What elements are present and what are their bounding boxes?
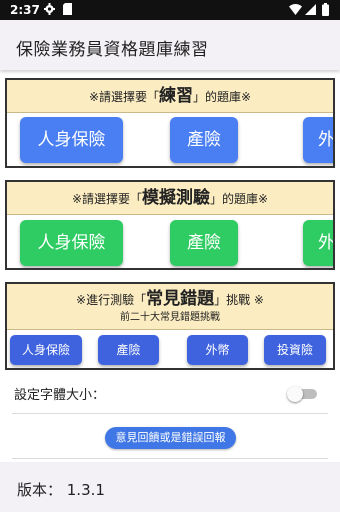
common-mistakes-subtitle: 前二十大常見錯題挑戰: [120, 312, 220, 323]
signal-icon: [305, 4, 316, 18]
common-mistakes-title: ※進行測驗「常見錯題」挑戰 ※: [7, 284, 333, 311]
divider-bottom: [12, 458, 328, 459]
mock-exam-header: ※請選擇要「模擬測驗」的題庫※: [7, 182, 333, 215]
practice-header-prefix: ※請選擇要「: [88, 90, 159, 104]
practice-foreign-currency-button[interactable]: 外: [303, 117, 333, 163]
mock-exam-header-prefix: ※請選擇要「: [71, 192, 142, 206]
practice-life-insurance-button[interactable]: 人身保險: [20, 117, 123, 163]
wifi-icon: [289, 4, 302, 18]
common-mistakes-header: ※進行測驗「常見錯題」挑戰 ※ 前二十大常見錯題挑戰: [7, 284, 333, 330]
version-label: 版本： 1.3.1: [17, 481, 105, 499]
common-mistakes-header-prefix: ※進行測驗「: [76, 293, 147, 307]
gear-icon: [44, 3, 55, 15]
app-bar: 保險業務員資格題庫練習: [0, 20, 340, 70]
toggle-thumb: [287, 386, 303, 402]
common-investment-insurance-button[interactable]: 投資險: [264, 335, 326, 365]
practice-property-insurance-button[interactable]: 產險: [170, 117, 238, 163]
feedback-button[interactable]: 意見回饋或是錯誤回報: [105, 427, 236, 449]
common-mistakes-header-suffix: 」挑戰 ※: [214, 293, 264, 307]
practice-header: ※請選擇要「練習」的題庫※: [7, 80, 333, 113]
mock-life-insurance-button[interactable]: 人身保險: [20, 220, 123, 266]
common-mistakes-header-emphasis: 常見錯題: [146, 289, 215, 309]
status-bar: 2:37: [0, 0, 340, 20]
mock-foreign-currency-button[interactable]: 外: [303, 220, 333, 266]
common-property-insurance-button[interactable]: 產險: [98, 335, 159, 365]
font-size-label: 設定字體大小：: [14, 388, 106, 403]
practice-header-emphasis: 練習: [159, 86, 193, 106]
common-life-insurance-button[interactable]: 人身保險: [10, 335, 82, 365]
mock-property-insurance-button[interactable]: 產險: [170, 220, 238, 266]
status-time: 2:37: [10, 3, 40, 17]
mock-exam-header-emphasis: 模擬測驗: [142, 188, 210, 208]
sd-card-icon: [63, 3, 73, 15]
practice-section: ※請選擇要「練習」的題庫※ 人身保險 產險 外: [5, 78, 335, 168]
page-title: 保險業務員資格題庫練習: [16, 40, 209, 60]
common-mistakes-section: ※進行測驗「常見錯題」挑戰 ※ 前二十大常見錯題挑戰 人身保險 產險 外幣 投資…: [5, 282, 335, 370]
mock-exam-header-suffix: 」的題庫※: [210, 192, 269, 206]
divider-top: [12, 413, 328, 414]
battery-icon: [322, 3, 329, 19]
footer: 版本： 1.3.1: [0, 462, 340, 512]
practice-header-suffix: 」的題庫※: [193, 90, 252, 104]
font-size-toggle[interactable]: [287, 386, 319, 402]
common-foreign-currency-button[interactable]: 外幣: [187, 335, 248, 365]
mock-exam-section: ※請選擇要「模擬測驗」的題庫※ 人身保險 產險 外: [5, 180, 335, 270]
